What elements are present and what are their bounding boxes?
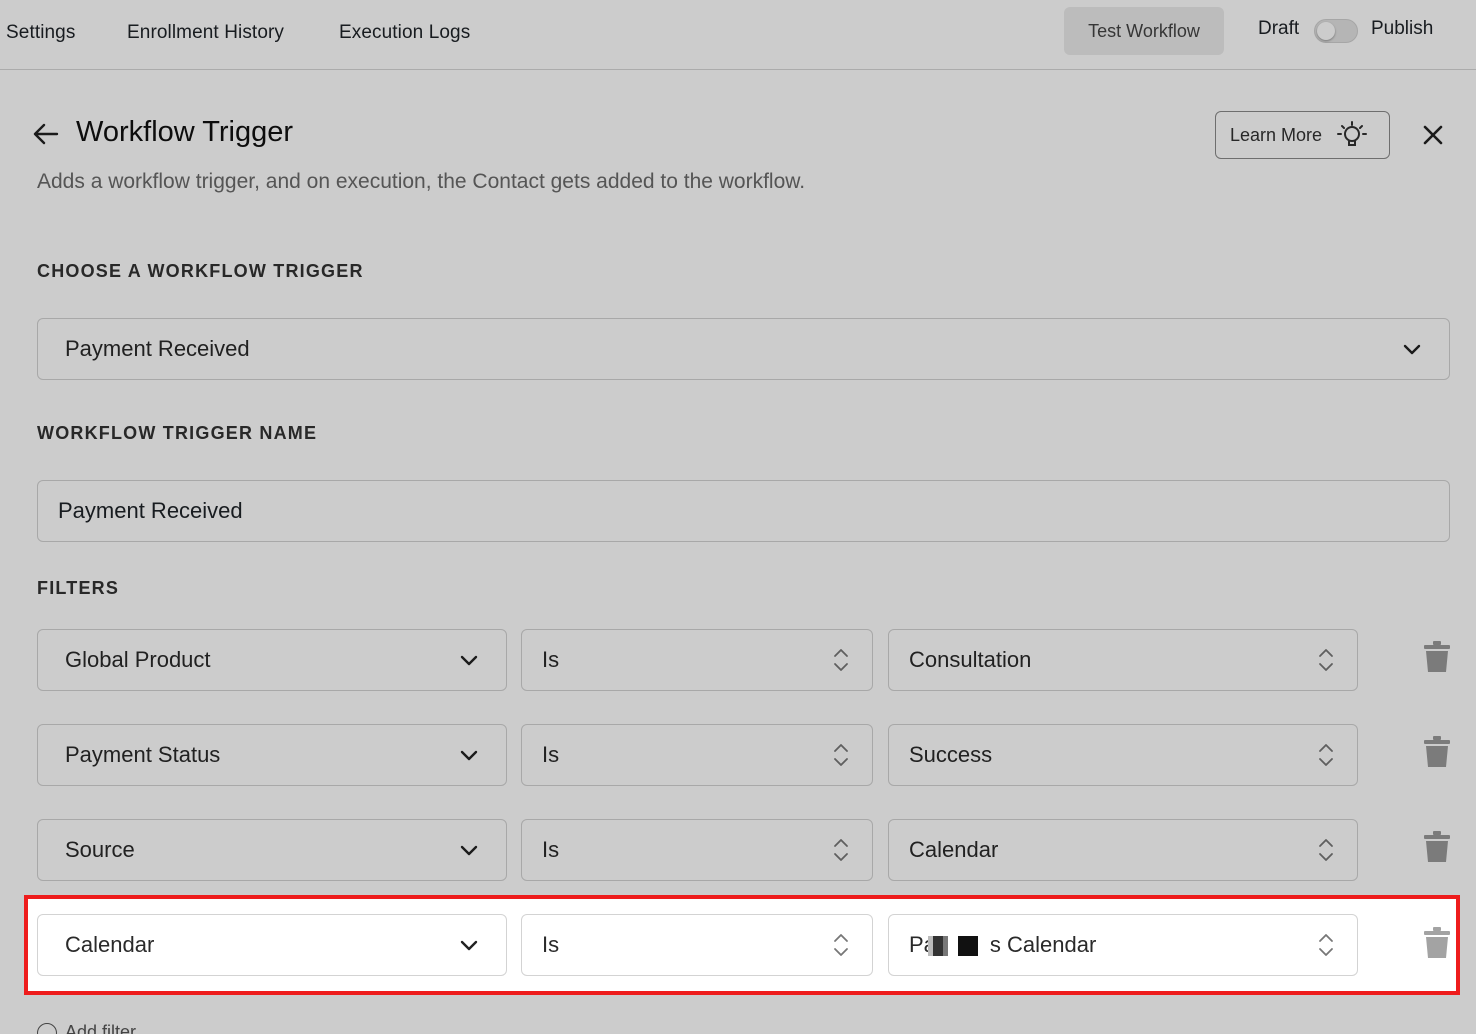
trigger-name-input[interactable] bbox=[37, 480, 1450, 542]
trash-icon[interactable] bbox=[1423, 641, 1451, 673]
trigger-section-label: CHOOSE A WORKFLOW TRIGGER bbox=[37, 261, 364, 281]
toggle-knob bbox=[1317, 22, 1335, 40]
lightbulb-icon bbox=[1337, 121, 1368, 146]
chevron-down-icon bbox=[460, 750, 478, 761]
learn-more-button[interactable]: Learn More bbox=[1215, 111, 1390, 159]
trash-icon[interactable] bbox=[1423, 736, 1451, 768]
filter-value-select[interactable]: Consultation bbox=[888, 629, 1358, 691]
workflow-trigger-page: Settings Enrollment History Execution Lo… bbox=[0, 0, 1476, 1034]
filter-value-text: Success bbox=[909, 742, 993, 767]
highlight-box bbox=[24, 895, 1460, 995]
filter-operator-value: Is bbox=[542, 742, 560, 767]
updown-chevron-icon bbox=[834, 839, 848, 861]
filter-operator-select[interactable]: Is bbox=[521, 724, 873, 786]
filter-field-select[interactable]: Payment Status bbox=[37, 724, 507, 786]
learn-more-label: Learn More bbox=[1230, 124, 1323, 145]
updown-chevron-icon bbox=[834, 649, 848, 671]
filter-value-text: Consultation bbox=[909, 647, 1032, 672]
dim-overlay-right bbox=[1460, 895, 1476, 995]
trigger-name-label: WORKFLOW TRIGGER NAME bbox=[37, 423, 318, 443]
trash-icon[interactable] bbox=[1423, 831, 1451, 863]
filter-operator-select[interactable]: Is bbox=[521, 629, 873, 691]
add-filter-button[interactable]: Add filter bbox=[37, 1022, 136, 1034]
back-arrow-icon[interactable] bbox=[32, 120, 60, 148]
test-workflow-button[interactable]: Test Workflow bbox=[1064, 7, 1224, 55]
chevron-down-icon bbox=[1403, 344, 1421, 355]
filter-field-select[interactable]: Global Product bbox=[37, 629, 507, 691]
trigger-select-value: Payment Received bbox=[65, 336, 250, 361]
dim-overlay-bottom bbox=[0, 995, 1476, 1034]
updown-chevron-icon bbox=[1319, 649, 1333, 671]
chevron-down-icon bbox=[460, 845, 478, 856]
close-icon[interactable] bbox=[1421, 123, 1445, 147]
filter-field-value: Global Product bbox=[65, 647, 211, 672]
filters-label: FILTERS bbox=[37, 578, 120, 598]
publish-label: Publish bbox=[1371, 18, 1434, 39]
filter-operator-value: Is bbox=[542, 647, 560, 672]
nav-execution-logs[interactable]: Execution Logs bbox=[339, 22, 470, 44]
add-filter-label: Add filter bbox=[65, 1022, 137, 1034]
filter-operator-value: Is bbox=[542, 837, 560, 862]
nav-enrollment-history[interactable]: Enrollment History bbox=[127, 22, 284, 44]
trigger-select[interactable]: Payment Received bbox=[37, 318, 1450, 380]
updown-chevron-icon bbox=[1319, 744, 1333, 766]
filter-field-select[interactable]: Source bbox=[37, 819, 507, 881]
dim-overlay-left bbox=[0, 895, 24, 995]
updown-chevron-icon bbox=[834, 744, 848, 766]
updown-chevron-icon bbox=[1319, 839, 1333, 861]
add-circle-icon bbox=[37, 1022, 57, 1034]
filter-value-select[interactable]: Calendar bbox=[888, 819, 1358, 881]
filter-field-value: Source bbox=[65, 837, 135, 862]
chevron-down-icon bbox=[460, 655, 478, 666]
filter-operator-select[interactable]: Is bbox=[521, 819, 873, 881]
filter-value-text: Calendar bbox=[909, 837, 999, 862]
publish-toggle[interactable] bbox=[1314, 19, 1358, 43]
nav-settings[interactable]: Settings bbox=[6, 22, 75, 44]
page-subtitle: Adds a workflow trigger, and on executio… bbox=[37, 170, 806, 193]
filter-value-select[interactable]: Success bbox=[888, 724, 1358, 786]
top-bar: Settings Enrollment History Execution Lo… bbox=[0, 0, 1476, 70]
page-title: Workflow Trigger bbox=[76, 116, 294, 148]
filter-field-value: Payment Status bbox=[65, 742, 221, 767]
draft-label: Draft bbox=[1258, 18, 1300, 39]
